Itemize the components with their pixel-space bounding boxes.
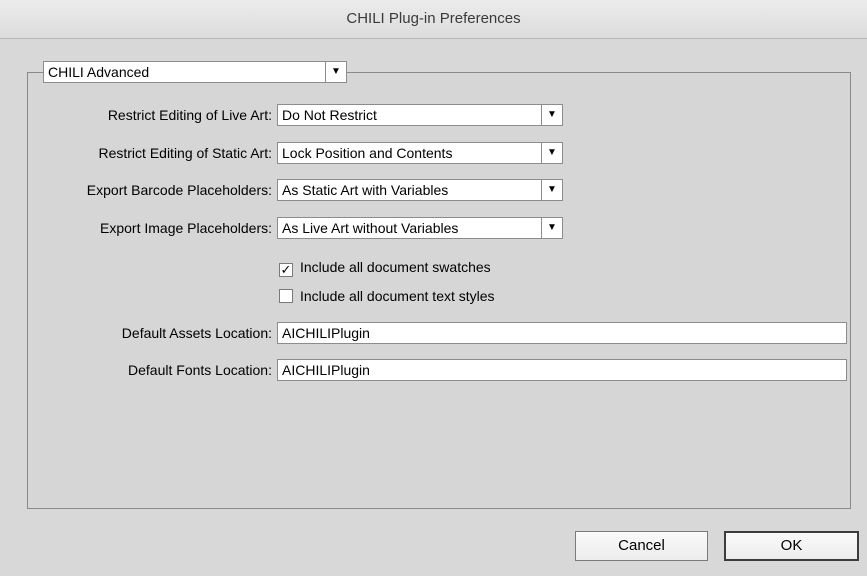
chevron-down-icon: ▼ — [325, 62, 346, 82]
cancel-button[interactable]: Cancel — [575, 531, 708, 561]
chevron-down-icon: ▼ — [541, 105, 562, 125]
restrict-static-art-label: Restrict Editing of Static Art: — [98, 145, 272, 161]
include-text-styles-checkbox[interactable] — [279, 289, 293, 303]
chevron-down-icon: ▼ — [541, 143, 562, 163]
include-text-styles-option[interactable]: Include all document text styles — [279, 287, 495, 305]
preferences-panel-select[interactable]: CHILI Advanced ▼ — [43, 61, 347, 83]
include-text-styles-label: Include all document text styles — [300, 288, 495, 304]
preferences-dialog: CHILI Plug-in Preferences CHILI Advanced… — [0, 0, 867, 576]
preferences-panel-select-value: CHILI Advanced — [48, 64, 150, 80]
export-barcode-value: As Static Art with Variables — [282, 182, 449, 198]
chevron-down-icon: ▼ — [541, 180, 562, 200]
window-titlebar: CHILI Plug-in Preferences — [0, 0, 867, 39]
assets-location-label: Default Assets Location: — [121, 325, 272, 341]
export-image-value: As Live Art without Variables — [282, 220, 459, 236]
export-barcode-label: Export Barcode Placeholders: — [86, 182, 272, 198]
restrict-live-art-select[interactable]: Do Not Restrict ▼ — [277, 104, 563, 126]
include-swatches-label: Include all document swatches — [300, 259, 491, 275]
assets-location-field[interactable]: AICHILIPlugin — [277, 322, 847, 344]
restrict-static-art-value: Lock Position and Contents — [282, 145, 453, 161]
restrict-live-art-label: Restrict Editing of Live Art: — [107, 107, 272, 123]
fonts-location-label: Default Fonts Location: — [128, 362, 272, 378]
restrict-static-art-select[interactable]: Lock Position and Contents ▼ — [277, 142, 563, 164]
include-swatches-option[interactable]: ✓ Include all document swatches — [279, 258, 491, 277]
ok-button[interactable]: OK — [724, 531, 859, 561]
fonts-location-field[interactable]: AICHILIPlugin — [277, 359, 847, 381]
restrict-live-art-value: Do Not Restrict — [282, 107, 377, 123]
export-barcode-select[interactable]: As Static Art with Variables ▼ — [277, 179, 563, 201]
export-image-label: Export Image Placeholders: — [100, 220, 272, 236]
checkmark-icon: ✓ — [280, 262, 292, 277]
export-image-select[interactable]: As Live Art without Variables ▼ — [277, 217, 563, 239]
chevron-down-icon: ▼ — [541, 218, 562, 238]
window-title: CHILI Plug-in Preferences — [346, 10, 521, 27]
include-swatches-checkbox[interactable]: ✓ — [279, 263, 293, 277]
